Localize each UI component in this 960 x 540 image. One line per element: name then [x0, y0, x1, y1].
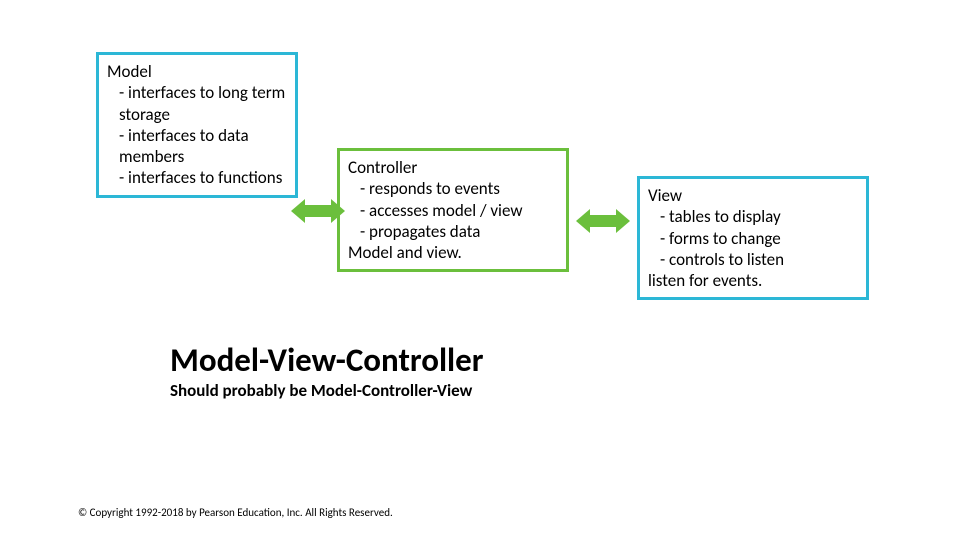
- view-title: View: [648, 185, 858, 206]
- controller-tail: Model and view.: [348, 242, 558, 263]
- model-item: - interfaces to functions: [107, 167, 287, 188]
- view-tail: listen for events.: [648, 270, 858, 291]
- model-item: - interfaces to data members: [107, 125, 287, 168]
- slide-subtitle: Should probably be Model-Controller-View: [170, 380, 472, 401]
- controller-item: - accesses model / view: [348, 200, 558, 221]
- controller-title: Controller: [348, 157, 558, 178]
- model-title: Model: [107, 61, 287, 82]
- view-item: - controls to listen: [648, 249, 858, 270]
- controller-item: - responds to events: [348, 178, 558, 199]
- model-box: Model - interfaces to long term storage …: [96, 52, 298, 198]
- slide-title: Model-View-Controller: [170, 340, 484, 380]
- slide: Model - interfaces to long term storage …: [0, 0, 960, 540]
- view-item: - tables to display: [648, 206, 858, 227]
- controller-box: Controller - responds to events - access…: [337, 148, 569, 272]
- copyright: © Copyright 1992-2018 by Pearson Educati…: [78, 506, 393, 519]
- controller-item: - propagates data: [348, 221, 558, 242]
- view-item: - forms to change: [648, 228, 858, 249]
- model-item: - interfaces to long term storage: [107, 82, 287, 125]
- view-box: View - tables to display - forms to chan…: [637, 176, 869, 300]
